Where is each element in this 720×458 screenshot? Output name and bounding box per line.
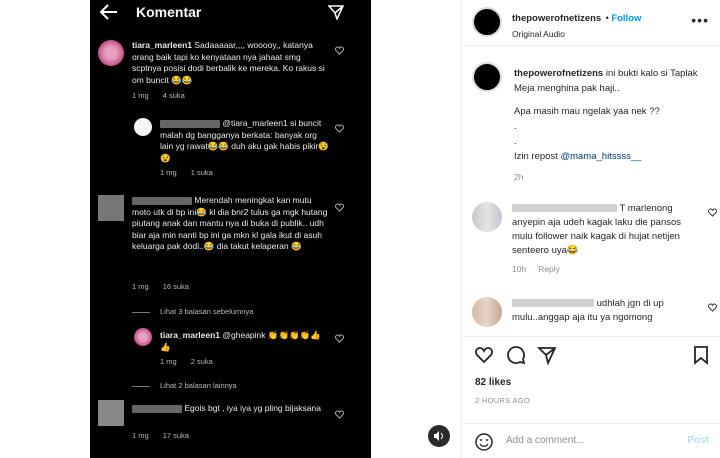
blurred-username — [512, 204, 617, 213]
heart-icon[interactable] — [335, 334, 344, 343]
caption-mention[interactable]: @mama_hitssss__ — [560, 151, 641, 162]
comment-likes: 2 suka — [190, 357, 213, 366]
post-age: 2 HOURS AGO — [475, 396, 530, 405]
heart-icon[interactable] — [708, 303, 717, 312]
comment-meta: 1 mg 1 suka — [160, 168, 213, 177]
avatar[interactable] — [472, 7, 502, 37]
comment-meta: 1 mg 4 suka — [132, 91, 185, 100]
mute-toggle-button[interactable] — [428, 425, 450, 447]
comment: tiara_marleen1 Sadaaaaar,,,, wooooy,, ka… — [132, 40, 332, 86]
comment-likes: 17 suka — [162, 431, 189, 440]
follow-button[interactable]: Follow — [611, 13, 641, 24]
comment: udhlah jgn di up mulu..anggap aja itu ya… — [472, 297, 717, 327]
comment: Merendah meningkat kan mutu moto utk di … — [132, 195, 332, 253]
comment: tiara_marleen1 @gheapink 👏👏👏👏👍👍 — [160, 330, 330, 353]
heart-icon[interactable] — [474, 345, 494, 365]
avatar[interactable] — [472, 297, 502, 327]
view-previous-replies[interactable]: Lihat 3 balasan sebelumnya — [160, 307, 253, 316]
caption-dot: . — [514, 136, 517, 147]
comment: @tiara_marleen1 si buncit malah dg bangg… — [160, 118, 330, 164]
header-user-block: thepowerofnetizens • Follow Original Aud… — [512, 8, 641, 39]
heart-icon[interactable] — [708, 208, 717, 217]
avatar[interactable] — [472, 62, 502, 92]
comment-screenshot: Komentar tiara_marleen1 Sadaaaaar,,,, wo… — [90, 0, 371, 458]
post-header: thepowerofnetizens • Follow Original Aud… — [462, 0, 720, 46]
blurred-username — [160, 119, 220, 128]
comments-title: Komentar — [136, 4, 202, 20]
caption-username[interactable]: thepowerofnetizens — [514, 68, 603, 79]
comment-time: 1 mg — [132, 91, 149, 100]
comment-body: udhlah jgn di up mulu..anggap aja itu ya… — [512, 297, 696, 325]
blurred-username — [132, 404, 182, 413]
comment-user: tiara_marleen1 — [132, 40, 193, 50]
view-more-replies[interactable]: Lihat 2 balasan lainnya — [160, 381, 237, 390]
caption-text: Izin repost — [514, 151, 558, 162]
more-options-icon[interactable]: ••• — [691, 12, 709, 28]
share-icon[interactable] — [537, 345, 557, 365]
post-panel: thepowerofnetizens • Follow Original Aud… — [461, 0, 720, 458]
comment-body: T marlenong anyepin aja udeh kagak laku … — [512, 202, 696, 276]
comment: Egois bgt , iya iya yg pling bijaksana — [132, 403, 332, 415]
add-comment-bar: Add a comment... Post — [462, 423, 720, 457]
avatar — [134, 328, 152, 346]
comment-meta: 1 mg 2 suka — [160, 357, 213, 366]
heart-icon[interactable] — [335, 46, 344, 55]
avatar — [98, 195, 124, 221]
likes-count[interactable]: 82 likes — [475, 377, 511, 388]
blurred-username — [512, 299, 594, 308]
comment-likes: 4 suka — [162, 91, 185, 100]
back-arrow-icon — [100, 4, 117, 20]
comment-likes: 1 suka — [190, 168, 213, 177]
post-button[interactable]: Post — [687, 435, 709, 446]
send-icon — [328, 5, 344, 20]
thread-line — [132, 386, 150, 387]
comment-likes: 16 suka — [162, 282, 189, 291]
emoji-icon[interactable] — [475, 433, 493, 451]
comment-input[interactable]: Add a comment... — [506, 435, 584, 446]
comment-time: 10h — [512, 264, 527, 274]
comment-icon[interactable] — [506, 345, 526, 365]
caption: thepowerofnetizens ini bukti kalo si Tap… — [514, 66, 710, 185]
reply-button[interactable]: Reply — [538, 262, 560, 276]
avatar — [134, 118, 152, 136]
header-username[interactable]: thepowerofnetizens — [512, 13, 601, 24]
heart-icon[interactable] — [335, 203, 344, 212]
video-area: Komentar tiara_marleen1 Sadaaaaar,,,, wo… — [0, 0, 461, 458]
action-bar: 82 likes 2 HOURS AGO Add a comment... Po… — [462, 336, 720, 456]
caption-text: Apa masih mau ngelak yaa nek ?? — [514, 106, 660, 117]
comment-text: Egois bgt , iya iya yg pling bijaksana — [184, 403, 321, 413]
comment-user: @tiara_marleen1 — [222, 118, 288, 128]
blurred-username — [132, 196, 192, 205]
comment-user: tiara_marleen1 — [160, 330, 221, 340]
audio-label[interactable]: Original Audio — [512, 29, 641, 39]
heart-icon[interactable] — [335, 410, 344, 419]
comment-time: 1 mg — [132, 282, 149, 291]
caption-dot: . — [514, 121, 517, 132]
comment-meta: 1 mg 16 suka — [132, 282, 189, 291]
comment-meta: 1 mg 17 suka — [132, 431, 189, 440]
heart-icon[interactable] — [335, 124, 344, 133]
speaker-icon — [434, 431, 443, 441]
comment-time: 1 mg — [160, 168, 177, 177]
avatar[interactable] — [472, 202, 502, 232]
avatar — [98, 400, 124, 426]
comment-time: 1 mg — [160, 357, 177, 366]
avatar — [98, 40, 124, 66]
thread-line — [132, 312, 150, 313]
comment-meta: 10h Reply — [512, 262, 696, 276]
comment-time: 1 mg — [132, 431, 149, 440]
caption-time: 2h — [514, 172, 524, 182]
save-icon[interactable] — [691, 345, 711, 365]
